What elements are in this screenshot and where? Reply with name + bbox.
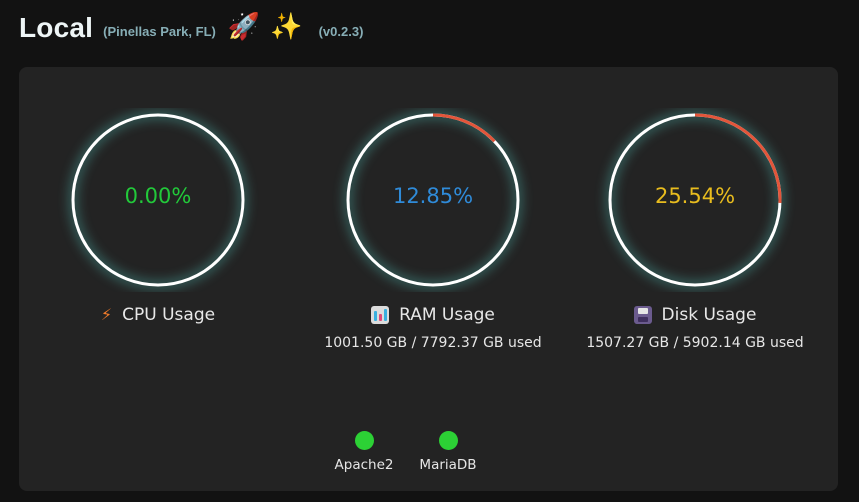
sparkles-icon: ✨ [270,12,303,42]
version-label: (v0.2.3) [318,23,364,39]
header: Local (Pinellas Park, FL) 🚀 ✨ (v0.2.3) [19,10,363,46]
service-apache2: Apache2 [333,431,395,473]
bar-chart-icon [371,306,390,324]
disk-percent: 25.54% [654,184,736,208]
disk-label-row: Disk Usage [585,304,805,326]
disk-detail: 1507.27 GB / 5902.14 GB used [586,335,804,351]
rocket-icon: 🚀 [227,12,261,42]
disk-ring: 25.54% [585,108,805,292]
stats-card: 0.00% ⚡ CPU Usage 12.85% RAM Usage 1001.… [19,67,838,491]
floppy-disk-icon [633,306,652,324]
ram-gauge: 12.85% RAM Usage 1001.50 GB / 7792.37 GB… [323,108,543,353]
status-dot-icon [438,431,458,450]
status-dot-icon [354,431,374,450]
ram-ring: 12.85% [323,108,543,292]
location-label: (Pinellas Park, FL) [103,23,216,39]
ram-detail: 1001.50 GB / 7792.37 GB used [324,335,542,351]
service-mariadb: MariaDB [417,431,479,473]
ram-label: RAM Usage [399,305,495,325]
cpu-gauge: 0.00% ⚡ CPU Usage [48,108,268,326]
disk-label: Disk Usage [661,305,757,325]
ram-label-row: RAM Usage [323,304,543,326]
cpu-label: CPU Usage [122,305,216,325]
service-label: Apache2 [334,457,394,473]
cpu-percent: 0.00% [124,184,192,208]
page-title: Local [19,12,94,43]
services-list: Apache2 MariaDB [19,431,838,473]
service-label: MariaDB [419,457,477,473]
cpu-ring: 0.00% [48,108,268,292]
lightning-bolt-icon: ⚡ [100,305,113,324]
cpu-label-row: ⚡ CPU Usage [48,304,268,326]
disk-gauge: 25.54% Disk Usage 1507.27 GB / 5902.14 G… [585,108,805,353]
ram-percent: 12.85% [392,184,474,208]
